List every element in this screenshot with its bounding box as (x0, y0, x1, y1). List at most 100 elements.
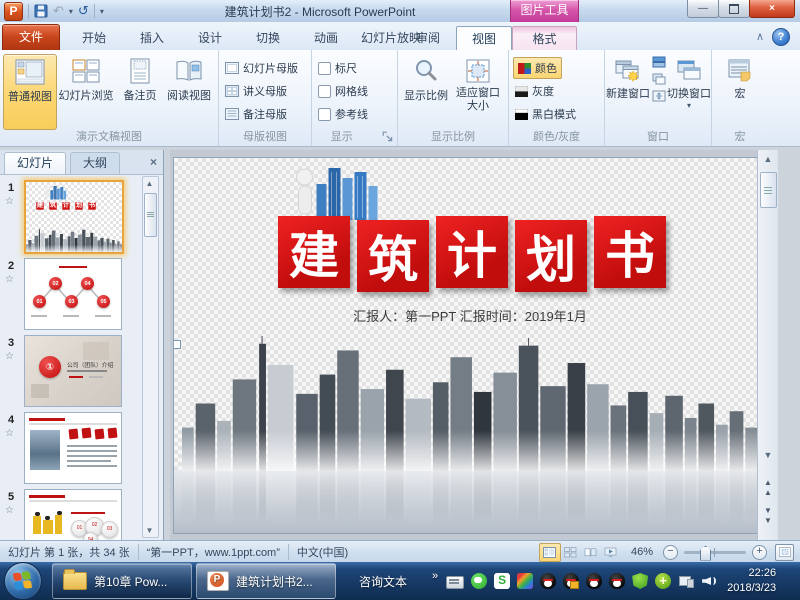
new-window-icon (615, 58, 641, 82)
taskbar-item-folder[interactable]: 第10章 Pow... (52, 563, 192, 599)
switch-windows-button[interactable]: 切换窗口 ▾ (667, 54, 711, 128)
tab-insert[interactable]: 插入 (128, 26, 176, 50)
black-white-button[interactable]: 黑白模式 (515, 104, 576, 124)
collapse-ribbon-icon[interactable]: ∧ (756, 30, 764, 43)
tab-view[interactable]: 视图 (456, 26, 512, 51)
editor-scrollbar[interactable]: ▲ ▼ ▲▲ ▼▼ (757, 150, 778, 540)
gridlines-checkbox[interactable]: 网格线 (318, 81, 368, 101)
tab-outline[interactable]: 大纲 (70, 152, 120, 174)
notes-master-button[interactable]: 备注母版 (225, 104, 287, 124)
zoom-slider-thumb[interactable] (700, 546, 711, 561)
status-slide-sorter-button[interactable] (561, 544, 581, 561)
close-panel-icon[interactable]: × (150, 155, 157, 169)
move-split-icon[interactable] (652, 90, 666, 102)
maximize-button[interactable] (718, 0, 750, 18)
slide-number: 1 (8, 182, 14, 194)
window-controls: — × (688, 0, 795, 18)
status-reading-view-button[interactable] (581, 544, 601, 561)
scroll-up-icon[interactable]: ▲ (758, 154, 778, 164)
scroll-down-icon[interactable]: ▼ (758, 450, 778, 460)
grayscale-button[interactable]: 灰度 (515, 81, 554, 101)
tab-format[interactable]: 格式 (512, 26, 577, 51)
skyline-mini (26, 228, 122, 252)
scrollbar-thumb[interactable] (144, 193, 157, 237)
status-normal-view-button[interactable] (539, 543, 561, 562)
minimize-button[interactable]: — (687, 0, 719, 18)
scroll-down-icon[interactable]: ▼ (143, 526, 156, 535)
zoom-in-button[interactable]: + (752, 545, 767, 560)
tab-file[interactable]: 文件 (2, 24, 60, 51)
scrollbar-thumb[interactable] (760, 172, 777, 208)
panel-scrollbar[interactable]: ▲ ▼ (142, 176, 159, 538)
selection-handle-left[interactable] (173, 340, 181, 349)
maximize-icon (729, 4, 739, 14)
ruler-checkbox[interactable]: 标尺 (318, 58, 357, 78)
network-icon[interactable] (678, 573, 694, 589)
taskbar: 第10章 Pow... P 建筑计划书2... 咨询文本 » S 22:26 2… (0, 562, 800, 600)
input-keyboard-icon[interactable] (446, 576, 464, 589)
close-button[interactable]: × (749, 0, 795, 18)
qq-briefcase-icon[interactable] (563, 573, 579, 589)
cascade-windows-icon[interactable] (652, 73, 666, 85)
status-slideshow-button[interactable] (601, 544, 621, 561)
zoom-button[interactable]: 显示比例 (400, 54, 452, 128)
slide-canvas[interactable]: 建 筑 计 划 书 汇报人：第一PPT 汇报时间：2019年1月 (173, 157, 767, 534)
tray-overflow-icon[interactable]: » (432, 570, 438, 582)
zoom-out-button[interactable]: − (663, 545, 678, 560)
title-char: 书 (594, 216, 666, 288)
qq-icon[interactable] (609, 573, 625, 589)
slide-5-thumbnail[interactable]: 01 02 03 04 (24, 489, 122, 540)
dialog-launcher-icon[interactable] (382, 131, 394, 143)
qq-icon[interactable] (540, 573, 556, 589)
slide-2-thumbnail[interactable]: 01 02 03 04 05 (24, 258, 122, 330)
previous-slide-button[interactable]: ▲▲ (760, 478, 776, 500)
tab-slides-thumbnails[interactable]: 幻灯片 (4, 152, 66, 174)
fit-slide-to-window-button[interactable] (775, 544, 794, 561)
next-slide-button[interactable]: ▼▼ (760, 506, 776, 528)
tab-animations[interactable]: 动画 (302, 26, 350, 50)
group-label: 窗口 (605, 128, 711, 144)
language-indicator[interactable]: 中文(中国) (297, 544, 348, 560)
macros-button[interactable]: 宏 (714, 54, 766, 128)
volume-icon[interactable] (701, 573, 717, 589)
notes-page-button[interactable]: 备注页 (117, 54, 163, 128)
slide-sorter-button[interactable]: 幻灯片浏览 (57, 54, 115, 128)
normal-view-button[interactable]: 普通视图 (3, 54, 57, 130)
zoom-percentage[interactable]: 46% (631, 546, 653, 558)
help-icon[interactable]: ? (772, 28, 790, 46)
green-plus-icon[interactable] (655, 573, 671, 589)
tab-transitions[interactable]: 切换 (244, 26, 292, 50)
taskbar-item-powerpoint[interactable]: P 建筑计划书2... (196, 563, 336, 599)
group-master-views: 幻灯片母版 讲义母版 备注母版 母版视图 (219, 50, 312, 146)
tab-design[interactable]: 设计 (186, 26, 234, 50)
title-char: 筑 (357, 220, 429, 292)
divider (138, 544, 139, 560)
arrange-all-icon[interactable] (652, 56, 666, 68)
scroll-up-icon[interactable]: ▲ (143, 179, 156, 188)
color-button[interactable]: 颜色 (513, 57, 562, 79)
start-button[interactable] (4, 562, 42, 600)
notes-master-icon (225, 108, 239, 120)
wechat-icon[interactable] (471, 573, 487, 589)
qq-icon[interactable] (586, 573, 602, 589)
titlebar: P ↶ ▾ ↺ ▾ 建筑计划书2 - Microsoft PowerPoint … (0, 0, 800, 23)
tab-home[interactable]: 开始 (70, 26, 118, 50)
fit-to-window-button[interactable]: 适应窗口大小 (452, 54, 504, 128)
new-window-button[interactable]: 新建窗口 (605, 54, 651, 128)
slide-1-thumbnail[interactable]: 建筑计划书 (24, 180, 124, 254)
tab-review[interactable]: 审阅 (404, 26, 452, 50)
guides-checkbox[interactable]: 参考线 (318, 104, 368, 124)
slide-master-button[interactable]: 幻灯片母版 (225, 58, 298, 78)
slide-4-thumbnail[interactable] (24, 412, 122, 484)
handout-master-button[interactable]: 讲义母版 (225, 81, 287, 101)
security-shield-icon[interactable] (632, 573, 648, 589)
sogou-icon[interactable]: S (494, 573, 510, 589)
slide-3-thumbnail[interactable]: ① 公司（团队）介绍 (24, 335, 122, 407)
group-label: 宏 (712, 128, 768, 144)
rainbow-app-icon[interactable] (517, 573, 533, 589)
slide-number: 3 (8, 337, 14, 349)
taskbar-item-text[interactable]: 咨询文本 (340, 563, 426, 599)
reading-view-button[interactable]: 阅读视图 (163, 54, 215, 128)
taskbar-clock[interactable]: 22:26 2018/3/23 (727, 566, 776, 596)
zoom-track[interactable] (684, 551, 746, 554)
